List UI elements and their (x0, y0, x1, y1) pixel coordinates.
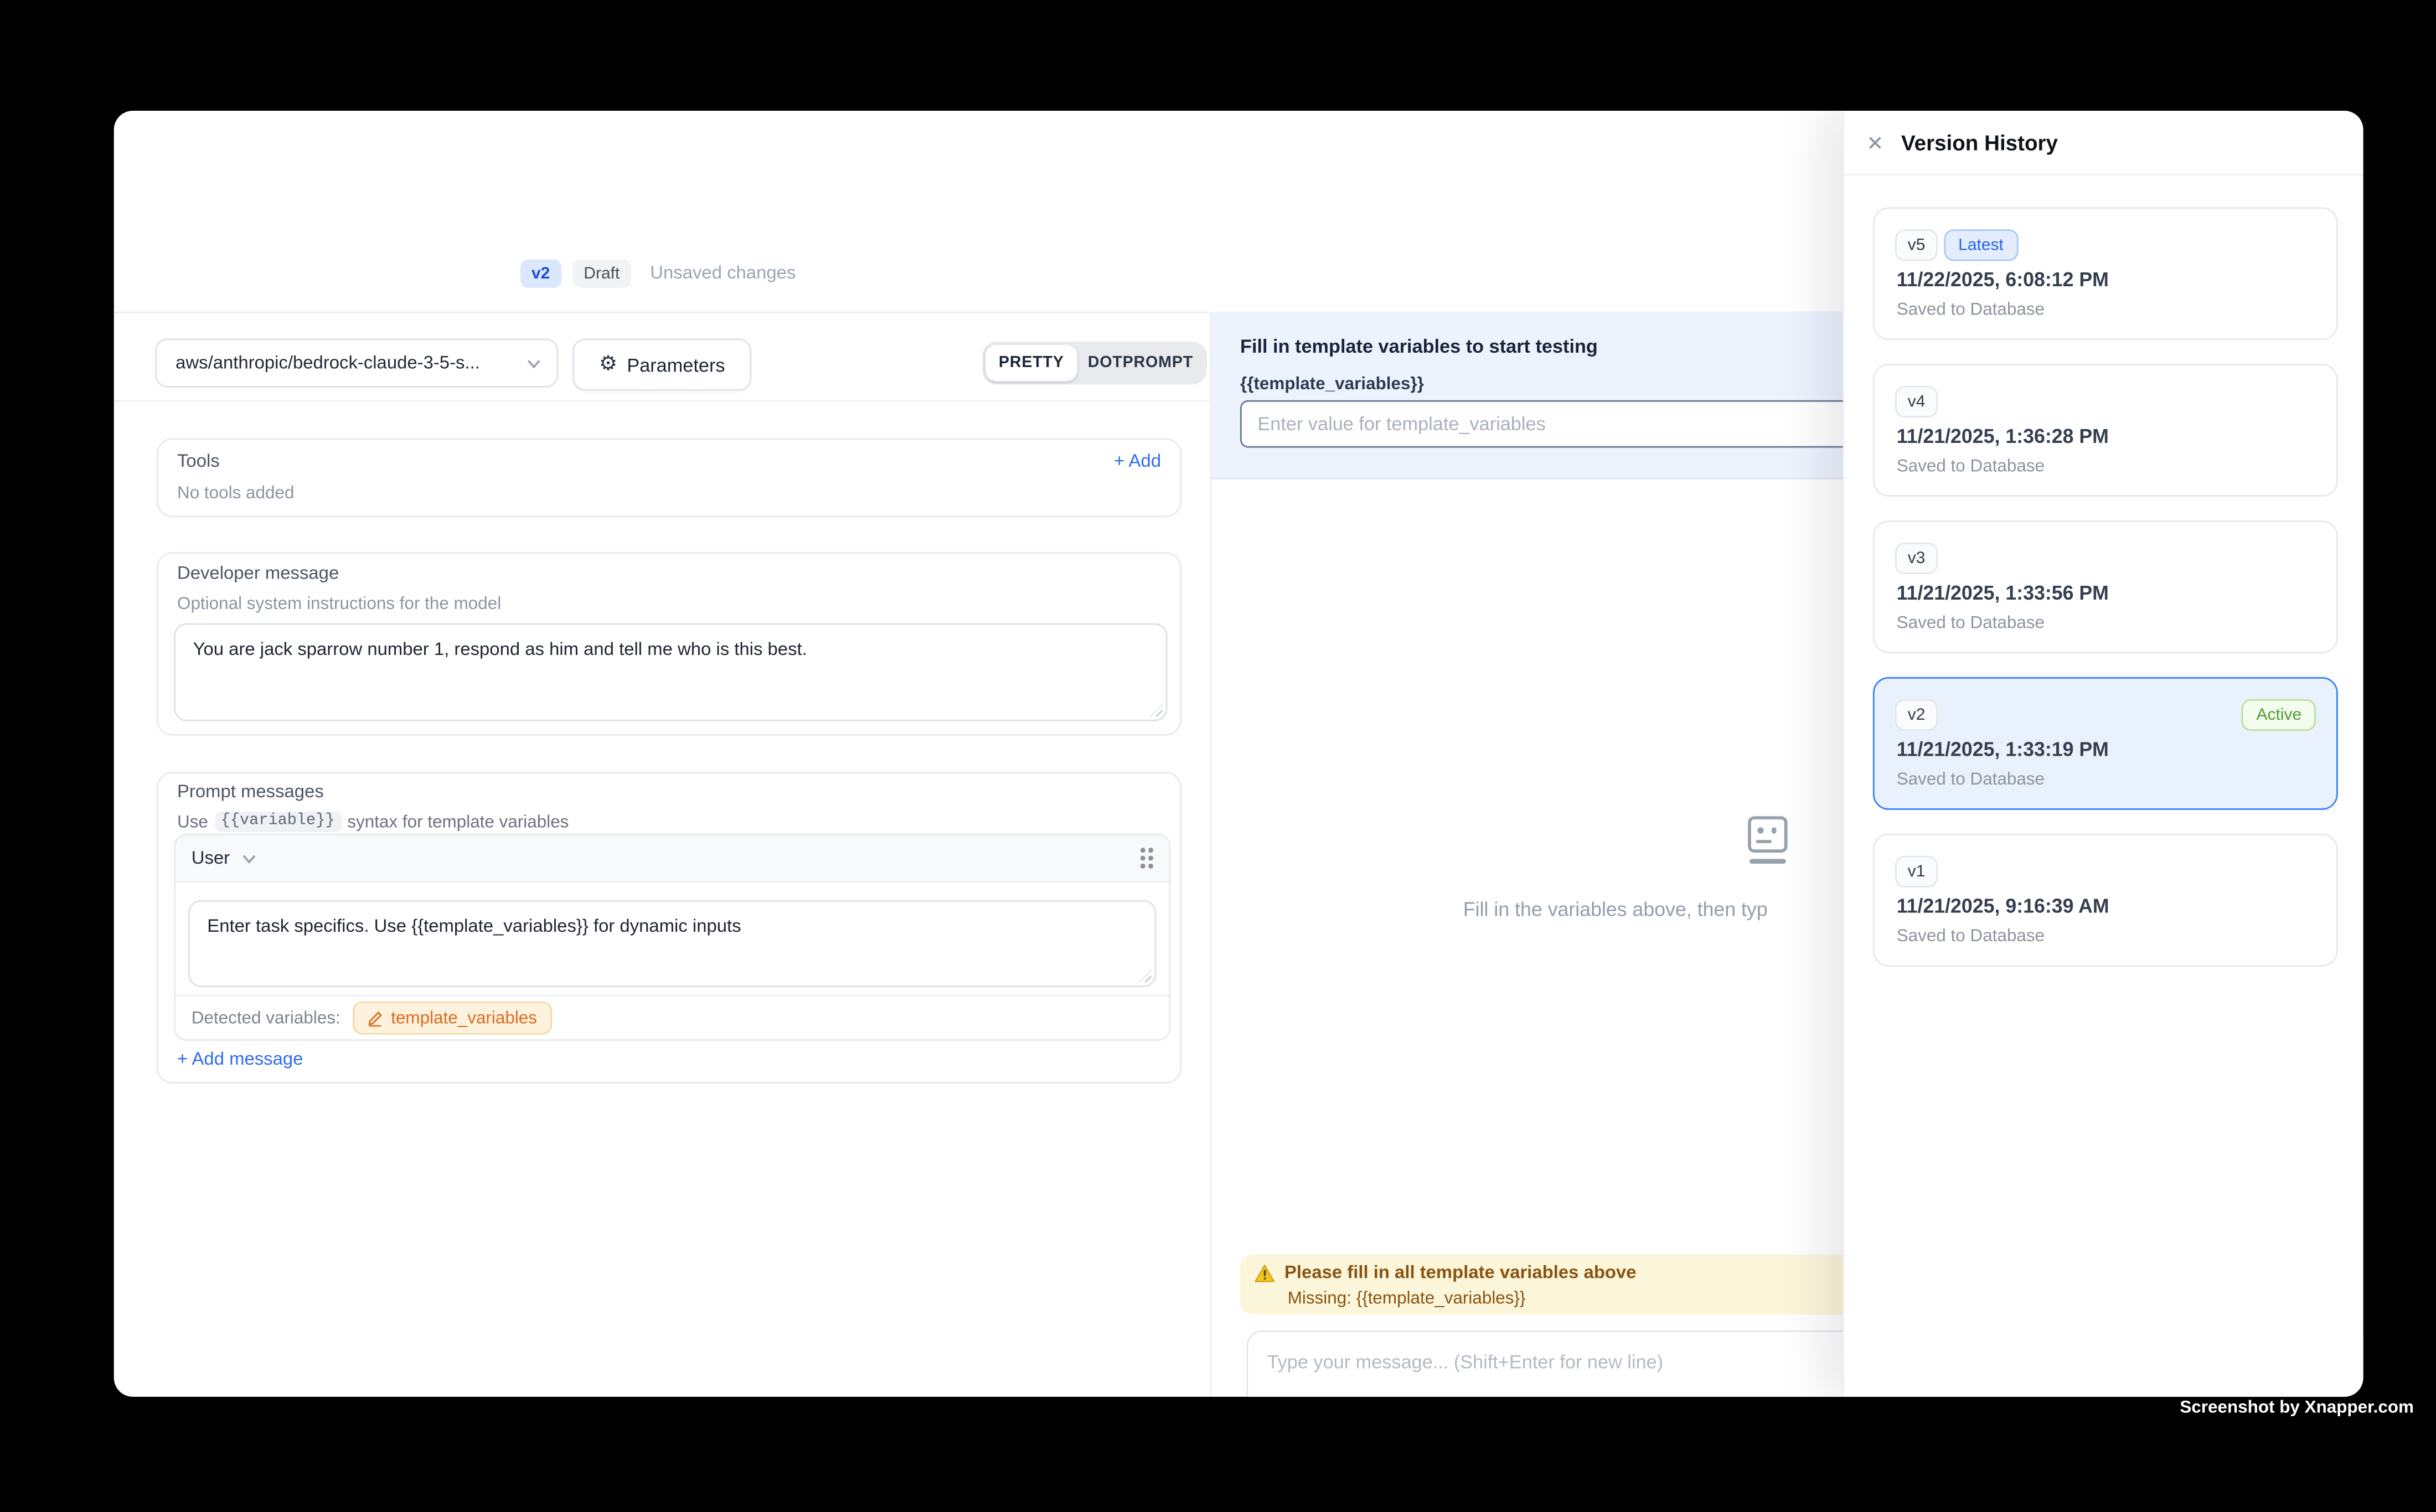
version-saved-text: Saved to Database (1897, 301, 2045, 319)
prompt-messages-title: Prompt messages (177, 783, 324, 802)
version-date: 11/22/2025, 6:08:12 PM (1897, 269, 2109, 291)
role-selector[interactable]: User (192, 849, 257, 868)
version-card-v2[interactable]: v2 Active 11/21/2025, 1:33:19 PM Saved t… (1873, 677, 2338, 810)
tools-empty-text: No tools added (177, 484, 294, 503)
version-number-badge: v2 (1895, 699, 1938, 731)
warning-icon (1255, 1264, 1275, 1283)
template-variables-title: Fill in template variables to start test… (1240, 336, 1598, 358)
watermark-text: Screenshot by Xnapper.com (2180, 1399, 2414, 1417)
version-date: 11/21/2025, 1:36:28 PM (1897, 426, 2109, 448)
version-saved-text: Saved to Database (1897, 614, 2045, 633)
version-date: 11/21/2025, 9:16:39 AM (1897, 895, 2109, 917)
add-message-button[interactable]: + Add message (177, 1050, 303, 1069)
syntax-suffix: syntax for template variables (347, 812, 569, 831)
chevron-down-icon (242, 853, 257, 863)
screenshot-stage: ← Back jack-sparrow v2 Draft Unsaved cha… (0, 0, 2436, 1512)
developer-message-field-wrap: You are jack sparrow number 1, respond a… (174, 623, 1167, 721)
prompt-message-field-wrap: Enter task specifics. Use {{template_var… (188, 900, 1157, 987)
detected-variable-chip[interactable]: template_variables (353, 1002, 551, 1035)
syntax-prefix: Use (177, 812, 208, 831)
toggle-pretty[interactable]: PRETTY (985, 345, 1077, 381)
developer-message-title: Developer message (177, 565, 339, 584)
latest-badge: Latest (1944, 229, 2017, 261)
add-tool-button[interactable]: + Add (1114, 452, 1161, 471)
warning-missing-text: Missing: {{template_variables}} (1288, 1289, 1526, 1308)
warning-title: Please fill in all template variables ab… (1284, 1264, 1637, 1283)
version-number-badge: v4 (1895, 386, 1938, 417)
syntax-hint: Use {{variable}} syntax for template var… (177, 812, 569, 832)
version-history-header: ✕ Version History (1844, 111, 2363, 176)
version-date: 11/21/2025, 1:33:56 PM (1897, 582, 2109, 604)
version-date: 11/21/2025, 1:33:19 PM (1897, 739, 2109, 761)
version-number-badge: v3 (1895, 543, 1938, 574)
prompt-message-input[interactable]: Enter task specifics. Use {{template_var… (188, 900, 1157, 987)
version-card-v3[interactable]: v3 11/21/2025, 1:33:56 PM Saved to Datab… (1873, 520, 2338, 653)
format-toggle: PRETTY DOTPROMPT (982, 342, 1207, 384)
version-card-v4[interactable]: v4 11/21/2025, 1:36:28 PM Saved to Datab… (1873, 364, 2338, 497)
app-window: ← Back jack-sparrow v2 Draft Unsaved cha… (114, 111, 2363, 1397)
message-role-header: User (176, 835, 1169, 883)
role-value: User (192, 849, 230, 868)
draft-badge: Draft (572, 260, 631, 288)
model-selector[interactable]: aws/anthropic/bedrock-claude-3-5-s... (155, 338, 559, 388)
version-number-badge: v1 (1895, 856, 1938, 887)
pencil-icon (367, 1010, 383, 1026)
version-card-v5[interactable]: v5 Latest 11/22/2025, 6:08:12 PM Saved t… (1873, 207, 2338, 340)
developer-message-input[interactable]: You are jack sparrow number 1, respond a… (174, 623, 1167, 721)
empty-state-text: Fill in the variables above, then typ (1463, 899, 1768, 921)
detected-variables-row: Detected variables: template_variables (176, 995, 1169, 1039)
active-badge: Active (2242, 699, 2316, 731)
version-history-panel: ✕ Version History v5 Latest 11/22/2025, … (1843, 111, 2363, 1397)
model-selector-value: aws/anthropic/bedrock-claude-3-5-s... (176, 354, 480, 373)
close-icon[interactable]: ✕ (1866, 132, 1883, 153)
robot-icon (1743, 816, 1791, 864)
variable-syntax-chip: {{variable}} (214, 812, 341, 832)
version-card-v1[interactable]: v1 11/21/2025, 9:16:39 AM Saved to Datab… (1873, 834, 2338, 967)
gear-icon: ⚙ (599, 354, 617, 375)
version-number-badge: v5 (1895, 229, 1938, 261)
drag-handle[interactable] (1140, 848, 1153, 868)
prompt-message-block: User Enter task specifics. Use {{templat… (174, 834, 1170, 1041)
parameters-label: Parameters (627, 354, 725, 376)
version-history-title: Version History (1901, 131, 2058, 154)
detected-variable-name: template_variables (391, 1008, 537, 1027)
version-saved-text: Saved to Database (1897, 927, 2045, 946)
toggle-dotprompt[interactable]: DOTPROMPT (1077, 345, 1204, 381)
prompt-messages-card: Prompt messages Use {{variable}} syntax … (157, 772, 1181, 1083)
tools-title: Tools (177, 452, 220, 471)
tools-card: Tools + Add No tools added (157, 438, 1181, 517)
parameters-button[interactable]: ⚙ Parameters (572, 338, 751, 390)
developer-message-subtitle: Optional system instructions for the mod… (177, 595, 501, 613)
version-saved-text: Saved to Database (1897, 770, 2045, 789)
developer-message-card: Developer message Optional system instru… (157, 552, 1181, 735)
chevron-down-icon (527, 358, 541, 368)
template-variable-label: {{template_variables}} (1240, 375, 1424, 394)
version-badge: v2 (520, 260, 561, 288)
detected-variables-label: Detected variables: (192, 1008, 340, 1027)
toolbar-divider (114, 400, 1210, 402)
version-saved-text: Saved to Database (1897, 457, 2045, 476)
unsaved-changes-text: Unsaved changes (650, 264, 796, 283)
